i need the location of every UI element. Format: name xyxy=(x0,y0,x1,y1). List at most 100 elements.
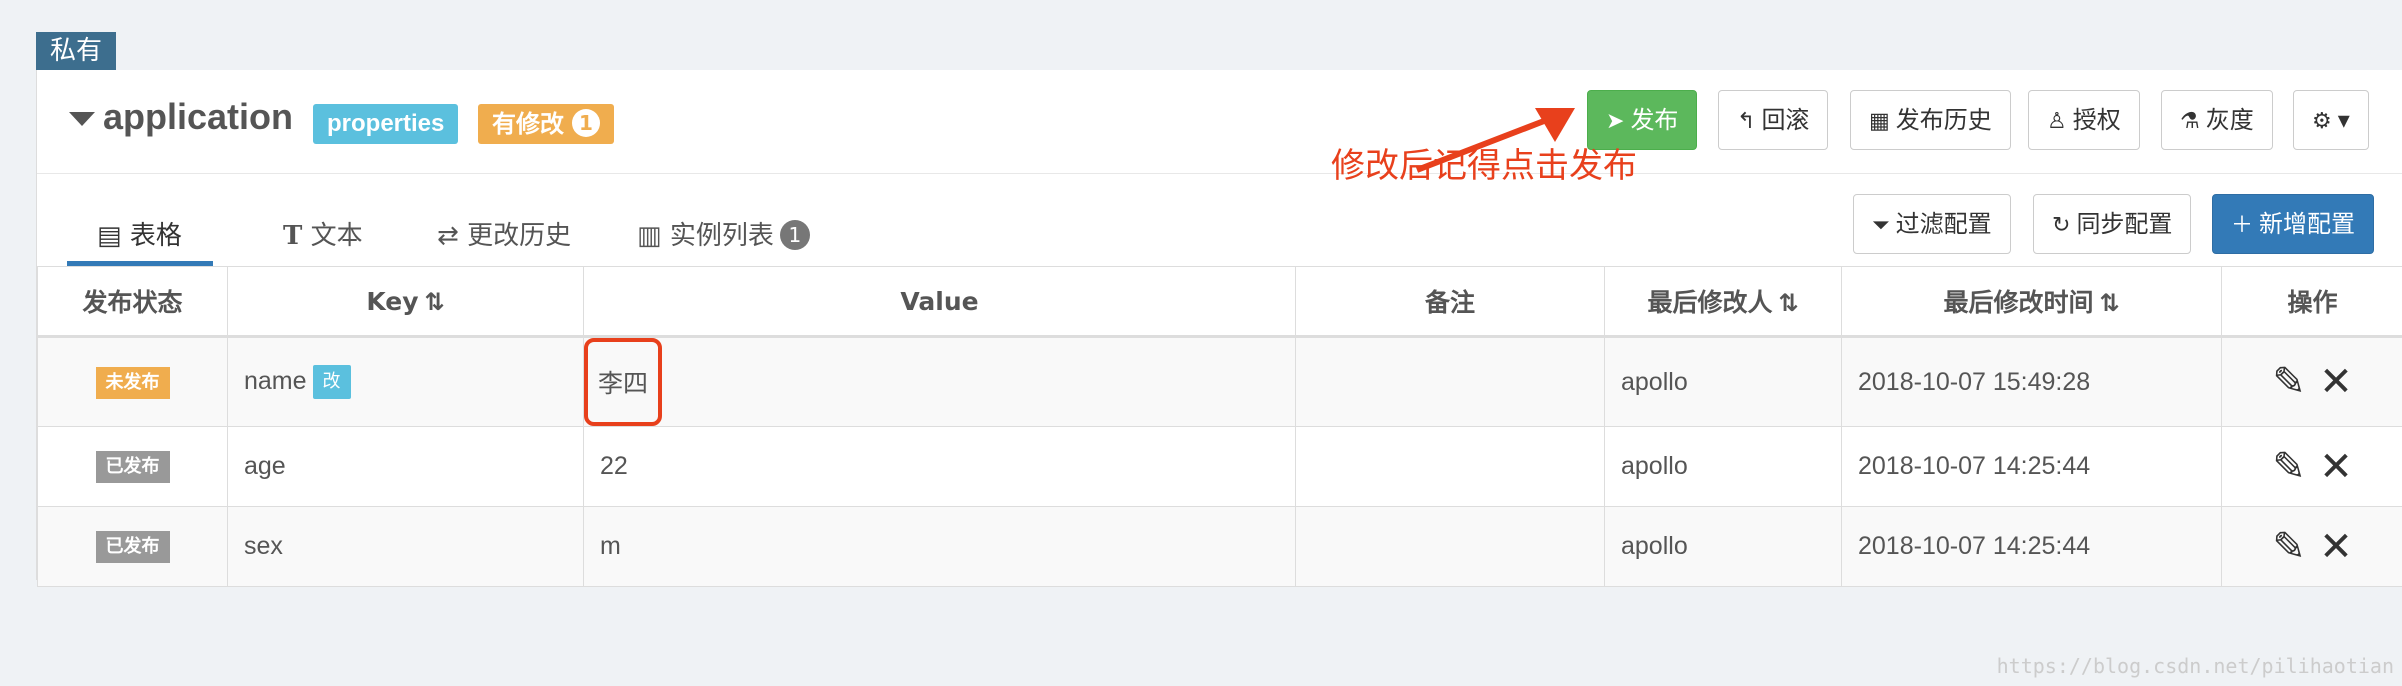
value-text: 李四 xyxy=(598,369,649,398)
caret-down-icon[interactable] xyxy=(69,112,95,126)
settings-dropdown-button[interactable]: ⚙ ▾ xyxy=(2293,90,2369,150)
authorize-label: 授权 xyxy=(2072,106,2121,134)
status-badge: 未发布 xyxy=(95,366,170,399)
rollback-label: 回滚 xyxy=(1761,106,1810,134)
table-row: 未发布 name 改 李四 apollo 2018-10-07 15:49:28 … xyxy=(37,336,2402,427)
annotation-text: 修改后记得点击发布 xyxy=(1331,146,1637,186)
actions-cell: ✎ ✕ xyxy=(2221,336,2402,427)
value-cell: 李四 xyxy=(583,336,1296,427)
col-modified-time[interactable]: 最后修改时间 ⇅ xyxy=(1841,266,2222,338)
text-icon: T xyxy=(283,221,303,251)
publish-label: 发布 xyxy=(1630,106,1679,134)
comment-cell xyxy=(1295,336,1605,427)
tab-instance-list[interactable]: ▥ 实例列表 1 xyxy=(637,210,810,266)
col-value: Value xyxy=(583,266,1296,338)
sync-config-button[interactable]: ↻ 同步配置 xyxy=(2033,194,2192,254)
tab-text-label: 文本 xyxy=(310,221,363,251)
col-actions: 操作 xyxy=(2221,266,2402,338)
col-modifier[interactable]: 最后修改人 ⇅ xyxy=(1604,266,1842,338)
col-key-label: Key xyxy=(366,286,419,316)
filter-icon: ⏷ xyxy=(1872,213,1890,238)
add-config-button[interactable]: ＋新增配置 xyxy=(2212,194,2375,254)
rollback-button[interactable]: ↰ 回滚 xyxy=(1718,90,1829,150)
value-cell: m xyxy=(583,506,1296,587)
table-icon: ▤ xyxy=(97,221,122,251)
tab-change-history[interactable]: ⇄ 更改历史 xyxy=(437,210,571,266)
actions-cell: ✎ ✕ xyxy=(2221,426,2402,507)
tab-table-label: 表格 xyxy=(129,221,182,251)
config-table: 发布状态 Key ⇅ Value 备注 最后修改人 ⇅ 最后修改时间 ⇅ 操作 未发布… xyxy=(37,266,2402,587)
value-highlight: 李四 xyxy=(584,338,663,426)
tab-instance-list-label: 实例列表 xyxy=(669,221,774,251)
key-cell: name 改 xyxy=(227,336,584,427)
actions-cell: ✎ ✕ xyxy=(2221,506,2402,587)
edit-icon[interactable]: ✎ xyxy=(2269,359,2309,405)
watermark: https://blog.csdn.net/pilihaotian xyxy=(1996,654,2394,678)
table-row: 已发布 sex m apollo 2018-10-07 14:25:44 ✎ ✕ xyxy=(37,506,2402,587)
private-scope-tag: 私有 xyxy=(36,32,116,70)
table-row: 已发布 age 22 apollo 2018-10-07 14:25:44 ✎ … xyxy=(37,426,2402,507)
status-cell: 已发布 xyxy=(37,426,228,507)
tab-text[interactable]: T 文本 xyxy=(283,210,363,266)
delete-icon[interactable]: ✕ xyxy=(2316,524,2356,570)
modifier-cell: apollo xyxy=(1604,336,1842,427)
value-cell: 22 xyxy=(583,426,1296,507)
edit-icon[interactable]: ✎ xyxy=(2269,444,2309,490)
key-text: name xyxy=(244,367,307,395)
format-label: properties xyxy=(313,104,459,144)
gray-release-button[interactable]: ⚗ 灰度 xyxy=(2161,90,2273,150)
col-key[interactable]: Key ⇅ xyxy=(227,266,584,338)
col-comment: 备注 xyxy=(1295,266,1605,338)
col-time-label: 最后修改时间 xyxy=(1943,288,2094,317)
table-header-row: 发布状态 Key ⇅ Value 备注 最后修改人 ⇅ 最后修改时间 ⇅ 操作 xyxy=(37,266,2402,338)
namespace-title: application xyxy=(103,96,294,137)
refresh-icon: ↻ xyxy=(2052,213,2071,238)
filter-label: 过滤配置 xyxy=(1895,210,1992,238)
namespace-header: application properties 有修改 1 ➤ 发布 ↰ 回滚 ▦ 发布历… xyxy=(37,70,2402,174)
exchange-icon: ⇄ xyxy=(437,221,459,251)
comment-cell xyxy=(1295,426,1605,507)
time-cell: 2018-10-07 14:25:44 xyxy=(1841,426,2222,507)
gray-label: 灰度 xyxy=(2205,106,2254,134)
edit-icon[interactable]: ✎ xyxy=(2269,524,2309,570)
comment-cell xyxy=(1295,506,1605,587)
user-icon: ♙ xyxy=(2047,109,2067,134)
history-label: 发布历史 xyxy=(1895,106,1992,134)
status-badge: 已发布 xyxy=(95,451,170,483)
chevron-down-icon: ▾ xyxy=(2337,106,2350,134)
gear-icon: ⚙ xyxy=(2312,109,2332,134)
instance-count-badge: 1 xyxy=(779,220,810,250)
status-badge: 已发布 xyxy=(95,531,170,563)
authorize-button[interactable]: ♙ 授权 xyxy=(2028,90,2140,150)
modified-label: 有修改 1 xyxy=(478,104,614,144)
modifier-cell: apollo xyxy=(1604,426,1842,507)
flask-icon: ⚗ xyxy=(2180,109,2200,134)
sort-icon: ⇅ xyxy=(2099,289,2120,317)
sync-label: 同步配置 xyxy=(2076,210,2173,238)
time-cell: 2018-10-07 15:49:28 xyxy=(1841,336,2222,427)
status-cell: 未发布 xyxy=(37,336,228,427)
tab-table[interactable]: ▤ 表格 xyxy=(67,210,213,266)
time-cell: 2018-10-07 14:25:44 xyxy=(1841,506,2222,587)
sort-icon: ⇅ xyxy=(1778,289,1799,317)
col-modifier-label: 最后修改人 xyxy=(1647,288,1773,317)
undo-icon: ↰ xyxy=(1737,109,1756,134)
filter-config-button[interactable]: ⏷ 过滤配置 xyxy=(1853,194,2011,254)
key-cell: age xyxy=(227,426,584,507)
col-status: 发布状态 xyxy=(37,266,228,338)
sort-icon: ⇅ xyxy=(424,287,445,316)
release-history-button[interactable]: ▦ 发布历史 xyxy=(1850,90,2011,150)
add-label: 新增配置 xyxy=(2259,210,2356,238)
tab-change-history-label: 更改历史 xyxy=(467,221,572,251)
calendar-icon: ▦ xyxy=(1869,109,1890,134)
modifier-cell: apollo xyxy=(1604,506,1842,587)
namespace-panel: application properties 有修改 1 ➤ 发布 ↰ 回滚 ▦ 发布历… xyxy=(36,70,2402,587)
delete-icon[interactable]: ✕ xyxy=(2316,359,2356,405)
plus-icon: ＋ xyxy=(2231,213,2254,238)
modified-count-badge: 1 xyxy=(572,109,600,137)
status-cell: 已发布 xyxy=(37,506,228,587)
modified-key-badge: 改 xyxy=(312,365,351,399)
delete-icon[interactable]: ✕ xyxy=(2316,444,2356,490)
key-cell: sex xyxy=(227,506,584,587)
modified-label-text: 有修改 xyxy=(492,110,564,138)
